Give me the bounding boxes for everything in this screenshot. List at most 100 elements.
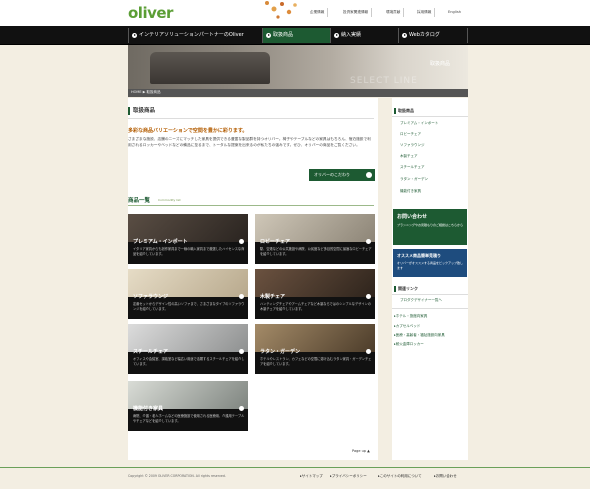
related-link-hotel[interactable]: ▸ホテル・旅館向家具: [392, 314, 427, 319]
arrow-circle-icon: [366, 172, 372, 178]
card-wooden-chair[interactable]: 木製チェア ハンティングチェアやアームチェアなど木製ならではのシンプルなデザイン…: [255, 269, 375, 319]
simple-estimate-title: オススメ商品簡単見積り: [397, 253, 441, 258]
divider: [128, 118, 374, 119]
divider: [392, 116, 468, 117]
autumn-leaves-decoration: [265, 1, 297, 19]
nav-label: Webカタログ: [409, 32, 440, 38]
related-link-capsule[interactable]: ▸カプセルベッド: [392, 324, 420, 329]
nav-item-catalog[interactable]: Webカタログ: [398, 28, 468, 43]
card-desc: ホテルやレストラン、カフェなどの空間に溶け込むラタン家具・ガーデンチェアを紹介し…: [260, 357, 372, 366]
related-link-designers[interactable]: プロダクデザイナー一覧へ: [394, 298, 442, 303]
arrow-circle-icon: [334, 33, 339, 38]
card-functional-furniture[interactable]: 機能付き家具 病院、介護・老人ホームなどの医療施設で使用される医療用、介護用テー…: [128, 381, 248, 431]
sidebar-panel: [392, 98, 468, 460]
sidebar-title: 取扱商品: [394, 108, 414, 114]
sidebar-item-steel[interactable]: スチールチェア: [394, 165, 425, 170]
card-title: スチールチェア: [133, 349, 169, 355]
lead-text: 多彩な商品バリエーションで空間を豊かに彩ります。: [128, 128, 248, 134]
card-title: ソファラウンジ: [133, 294, 169, 300]
contact-title: お問い合わせ: [397, 214, 428, 220]
footer-link-terms[interactable]: ▸このサイトの利用について: [378, 474, 422, 479]
oliver-logo[interactable]: oliver: [128, 4, 173, 22]
footer-link-label: サイトマップ: [301, 474, 323, 478]
arrow-circle-icon: [266, 33, 271, 38]
related-link-medical[interactable]: ▸医療・高齢者・福祉施設向家具: [392, 333, 445, 338]
card-desc: イタリア家具からも創作家具まで一線の輸入家具まで厳選したハイセンスな商品を紹介し…: [133, 247, 245, 256]
arrow-circle-icon: [132, 33, 137, 38]
kodawari-button[interactable]: オリバーのこだわり: [309, 169, 375, 181]
page-up-label: Page up: [352, 449, 367, 453]
hero-title: 取扱商品: [430, 61, 451, 67]
arrow-circle-icon: [366, 294, 371, 299]
toplink-ir[interactable]: 投資家関連情報: [343, 8, 373, 17]
simple-estimate-text: オリバーがオススメする商品をピックアップ致します: [397, 261, 464, 270]
card-title: ロビーチェア: [260, 239, 291, 245]
nav-item-results[interactable]: 納入実績: [330, 28, 398, 43]
hero-watermark: SELECT LINE: [350, 76, 418, 86]
related-label: カプセルベッド: [395, 324, 421, 328]
card-desc: ハンティングチェアやアームチェアなど木製ならではのシンプルなデザインの木製チェア…: [260, 302, 371, 311]
arrow-circle-icon: [366, 349, 371, 354]
related-label: 耐火金庫ロッカー: [395, 342, 424, 346]
divider: [128, 205, 374, 206]
contact-banner[interactable]: お問い合わせ プランニングやお見積もりのご相談はこちらから: [393, 209, 467, 245]
hero-sofa-image: [150, 52, 270, 84]
breadcrumb-bar: [128, 89, 468, 97]
nav-label: 取扱商品: [273, 32, 294, 38]
card-title: 木製チェア: [260, 294, 286, 300]
divider: [392, 294, 468, 295]
footer-divider: [0, 467, 590, 468]
list-subtitle: Commodity list: [158, 198, 181, 202]
contact-text: プランニングやお見積もりのご相談はこちらから: [397, 223, 464, 227]
nav-item-home[interactable]: インテリアソリューションパートナーのOliver: [128, 28, 262, 43]
kodawari-label: オリバーのこだわり: [314, 172, 350, 177]
footer-link-privacy[interactable]: ▸プライバシーポリシー: [330, 474, 367, 479]
arrow-circle-icon: [366, 239, 371, 244]
sidebar-item-lobby[interactable]: ロビーチェア: [394, 132, 421, 137]
related-title: 関連リンク: [394, 286, 418, 292]
list-title: 商品一覧: [128, 198, 151, 204]
arrow-circle-icon: [239, 406, 244, 411]
related-link-fireproof[interactable]: ▸耐火金庫ロッカー: [392, 342, 424, 347]
card-premium-import[interactable]: プレミアム・インポート イタリア家具からも創作家具まで一線の輸入家具まで厳選した…: [128, 214, 248, 264]
sidebar-item-wooden[interactable]: 木製チェア: [394, 154, 418, 159]
footer-link-contact[interactable]: ▸お問い合わせ: [434, 474, 457, 479]
arrow-up-icon: ▲: [367, 449, 370, 453]
sidebar-item-premium[interactable]: プレミアム・インポート: [394, 121, 438, 126]
related-label: 医療・高齢者・福祉施設向家具: [395, 333, 445, 337]
breadcrumb[interactable]: HOME ▶ 取扱商品: [131, 90, 161, 95]
toplink-recruit[interactable]: 採用情報: [417, 8, 436, 17]
arrow-circle-icon: [239, 239, 244, 244]
sidebar-item-sofa[interactable]: ソファラウンジ: [394, 143, 425, 148]
nav-label: 納入実績: [341, 32, 362, 38]
card-desc: 駅、空港などの公共施設や病院、公民館など多目的空間に最適なロビーチェアを紹介して…: [260, 247, 372, 256]
intro-text: さまざまな施設、店舗のニーズにマッチした家具を提供できる豊富な製品群を持つオリバ…: [128, 137, 371, 147]
toplink-environment[interactable]: 環境貢献: [386, 8, 405, 17]
toplink-english[interactable]: English: [448, 8, 464, 17]
arrow-circle-icon: [239, 349, 244, 354]
nav-label: インテリアソリューションパートナーのOliver: [139, 32, 244, 38]
card-steel-chair[interactable]: スチールチェア オフィスや会議室、講義室など幅広い用途で活躍するスチールチェアを…: [128, 324, 248, 374]
card-desc: 定番セットからデザイン性の高いソファまで、さまざまなタイプのソファラウンジを紹介…: [133, 302, 245, 311]
card-desc: オフィスや会議室、講義室など幅広い用途で活躍するスチールチェアを紹介しています。: [133, 357, 245, 366]
footer-link-sitemap[interactable]: ▸サイトマップ: [300, 474, 323, 479]
copyright: Copyright © 2009 OLIVER CORPORATION. All…: [128, 474, 226, 478]
card-lobby-chair[interactable]: ロビーチェア 駅、空港などの公共施設や病院、公民館など多目的空間に最適なロビーチ…: [255, 214, 375, 264]
card-title: プレミアム・インポート: [133, 239, 188, 245]
toplink-company[interactable]: 企業情報: [310, 8, 329, 17]
card-title: 機能付き家具: [133, 406, 164, 412]
page-up-link[interactable]: Page up ▲: [352, 449, 370, 453]
related-label: ホテル・旅館向家具: [395, 314, 428, 318]
card-desc: 病院、介護・老人ホームなどの医療施設で使用される医療用、介護用テーブルやチェアな…: [133, 414, 245, 423]
card-sofa-lounge[interactable]: ソファラウンジ 定番セットからデザイン性の高いソファまで、さまざまなタイプのソフ…: [128, 269, 248, 319]
arrow-circle-icon: [402, 33, 407, 38]
card-title: ラタン・ガーデン: [260, 349, 301, 355]
simple-estimate-banner[interactable]: オススメ商品簡単見積り オリバーがオススメする商品をピックアップ致します: [393, 249, 467, 277]
footer-link-label: このサイトの利用について: [379, 474, 422, 478]
arrow-circle-icon: [239, 294, 244, 299]
card-rattan-garden[interactable]: ラタン・ガーデン ホテルやレストラン、カフェなどの空間に溶け込むラタン家具・ガー…: [255, 324, 375, 374]
nav-item-products[interactable]: 取扱商品: [262, 28, 330, 43]
sidebar-item-functional[interactable]: 機能付き家具: [394, 189, 421, 194]
sidebar-item-rattan[interactable]: ラタン・ガーデン: [394, 177, 428, 182]
divider: [392, 308, 468, 309]
